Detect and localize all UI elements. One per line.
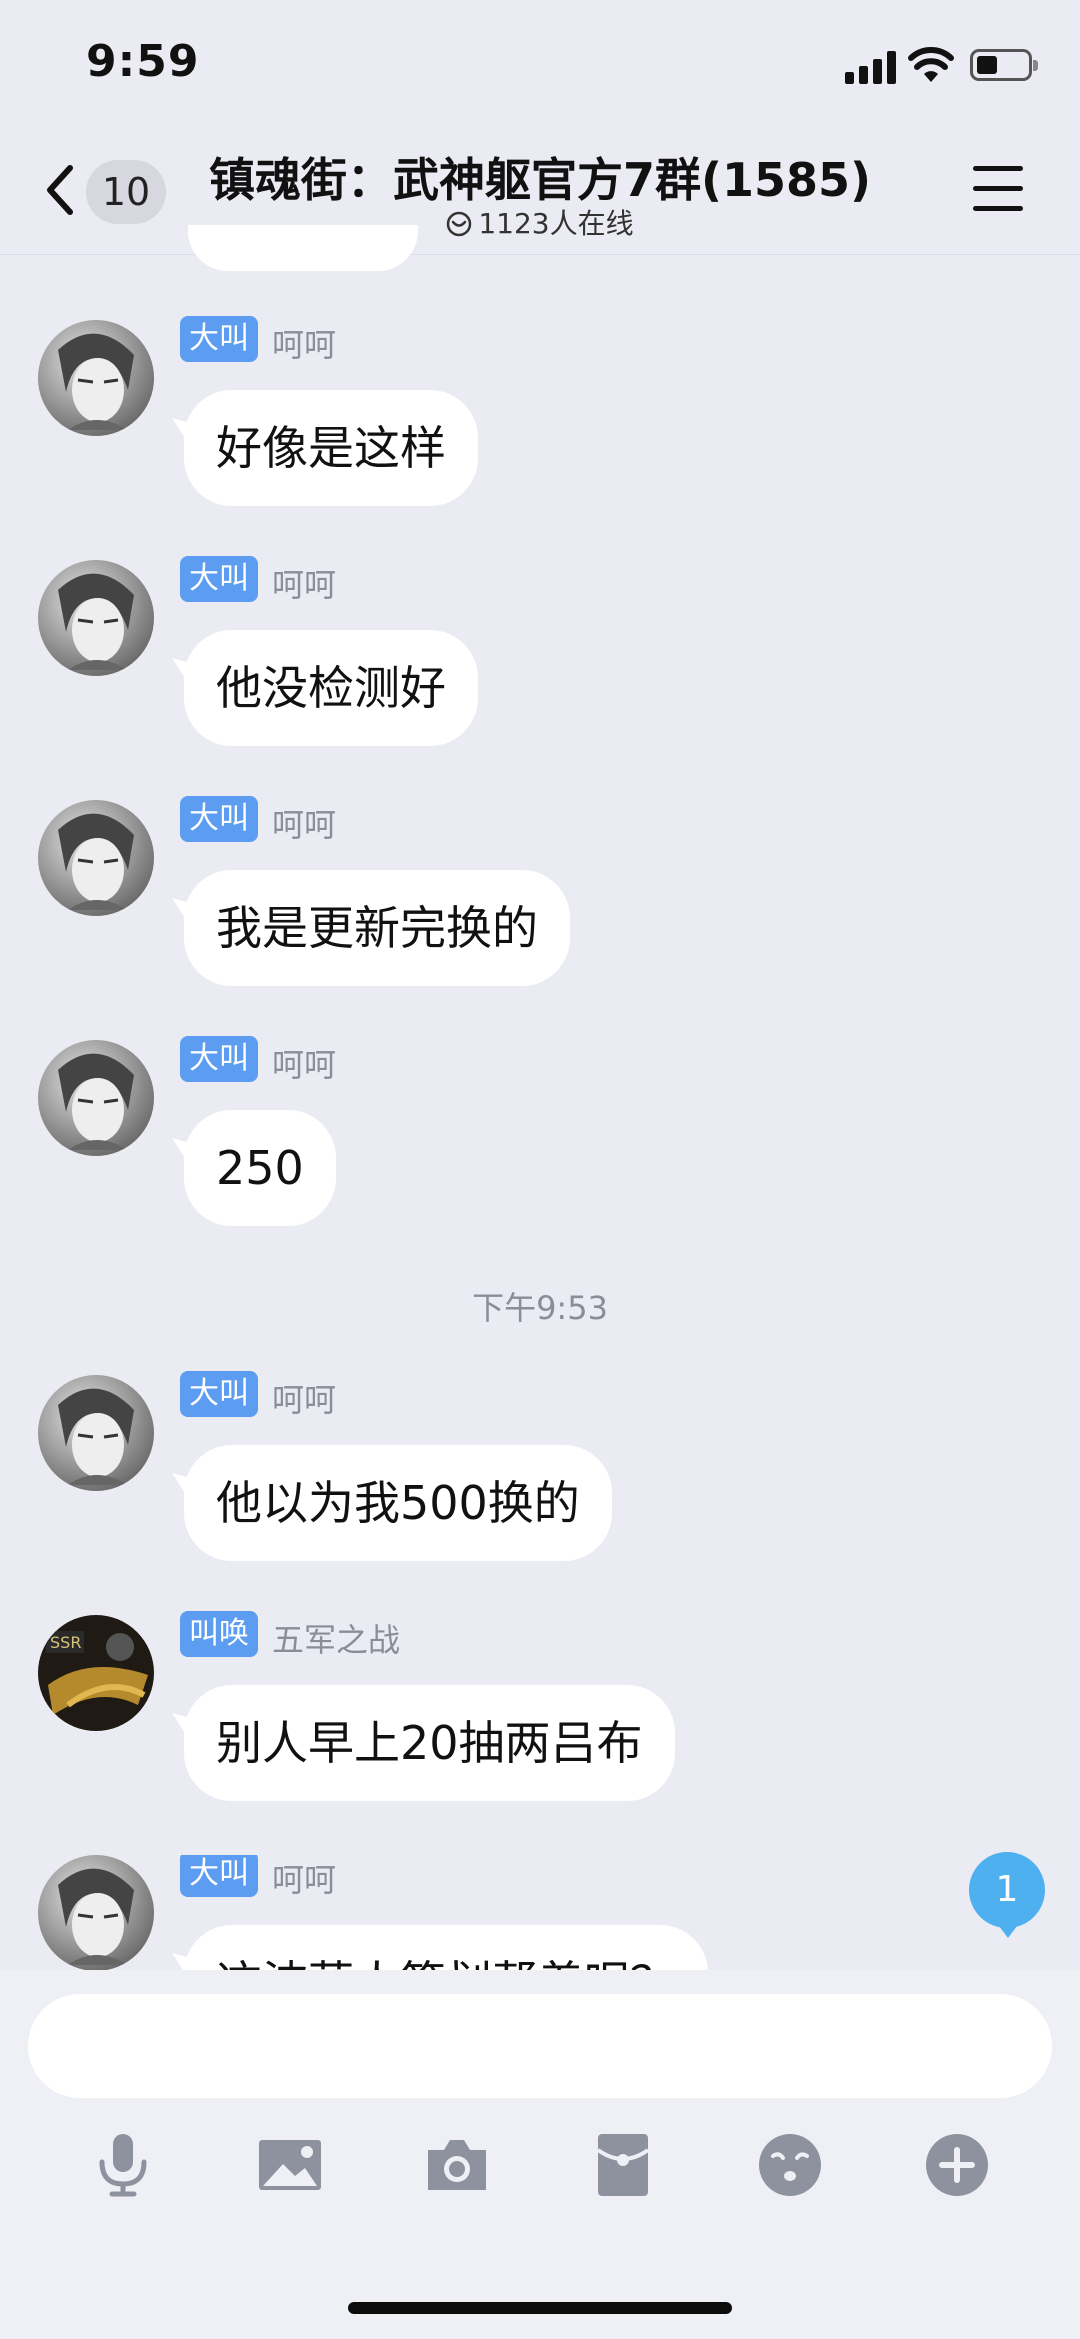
online-smile-icon <box>447 211 472 237</box>
sender-name[interactable]: 呵呵 <box>272 1855 336 1901</box>
sender-name[interactable]: 呵呵 <box>272 560 336 606</box>
avatar[interactable] <box>38 1375 154 1491</box>
input-area <box>0 1970 1080 2339</box>
member-tag: 大叫 <box>180 1855 258 1897</box>
chat-header: 10 镇魂街：武神躯官方7群(1585) 1123人在线 <box>0 130 1080 255</box>
online-status: 1123人在线 <box>0 202 1080 242</box>
camera-icon[interactable] <box>422 2130 492 2200</box>
message-bubble[interactable]: 这波蓝人策划帮着呢？ <box>184 1925 708 1970</box>
member-tag: 大叫 <box>180 1036 258 1082</box>
sender-name[interactable]: 呵呵 <box>272 1040 336 1086</box>
member-tag: 大叫 <box>180 1371 258 1417</box>
avatar[interactable]: SSR <box>38 1615 154 1731</box>
message-input[interactable] <box>28 1994 1052 2098</box>
cellular-signal-icon <box>845 50 899 84</box>
member-tag: 大叫 <box>180 556 258 602</box>
svg-text:SSR: SSR <box>50 1633 81 1652</box>
member-tag: 大叫 <box>180 316 258 362</box>
sender-name[interactable]: 呵呵 <box>272 320 336 366</box>
message-bubble[interactable]: 好像是这样 <box>184 390 478 506</box>
sender-name[interactable]: 呵呵 <box>272 1375 336 1421</box>
avatar[interactable] <box>38 560 154 676</box>
menu-icon[interactable] <box>973 166 1025 212</box>
status-time: 9:59 <box>86 36 200 87</box>
wifi-icon <box>908 47 954 82</box>
avatar[interactable] <box>38 800 154 916</box>
member-tag: 叫唤 <box>180 1611 258 1657</box>
message-bubble[interactable]: 别人早上20抽两吕布 <box>184 1685 675 1801</box>
message-bubble[interactable]: 他没检测好 <box>184 630 478 746</box>
new-message-badge[interactable]: 1 <box>969 1852 1045 1938</box>
red-packet-icon[interactable] <box>588 2130 658 2200</box>
message-bubble-partial <box>188 225 418 271</box>
message-item: 大叫 呵呵 这波蓝人策划帮着呢？ <box>0 1855 1080 1970</box>
plus-icon[interactable] <box>922 2130 992 2200</box>
sender-name[interactable]: 呵呵 <box>272 800 336 846</box>
message-timestamp: 下午9:53 <box>472 1289 608 1327</box>
image-icon[interactable] <box>255 2130 325 2200</box>
message-bubble[interactable]: 我是更新完换的 <box>184 870 570 986</box>
battery-icon <box>970 49 1038 81</box>
chat-title[interactable]: 镇魂街：武神躯官方7群(1585) <box>0 144 1080 210</box>
message-bubble[interactable]: 他以为我500换的 <box>184 1445 612 1561</box>
home-indicator[interactable] <box>348 2302 732 2314</box>
status-bar: 9:59 <box>0 0 1080 130</box>
message-bubble[interactable]: 250 <box>184 1110 336 1226</box>
avatar[interactable] <box>38 1855 154 1970</box>
online-count: 1123人在线 <box>478 207 634 240</box>
avatar[interactable] <box>38 320 154 436</box>
member-tag: 大叫 <box>180 796 258 842</box>
sender-name[interactable]: 五军之战 <box>272 1615 400 1661</box>
avatar[interactable] <box>38 1040 154 1156</box>
emoji-icon[interactable] <box>755 2130 825 2200</box>
microphone-icon[interactable] <box>88 2130 158 2200</box>
